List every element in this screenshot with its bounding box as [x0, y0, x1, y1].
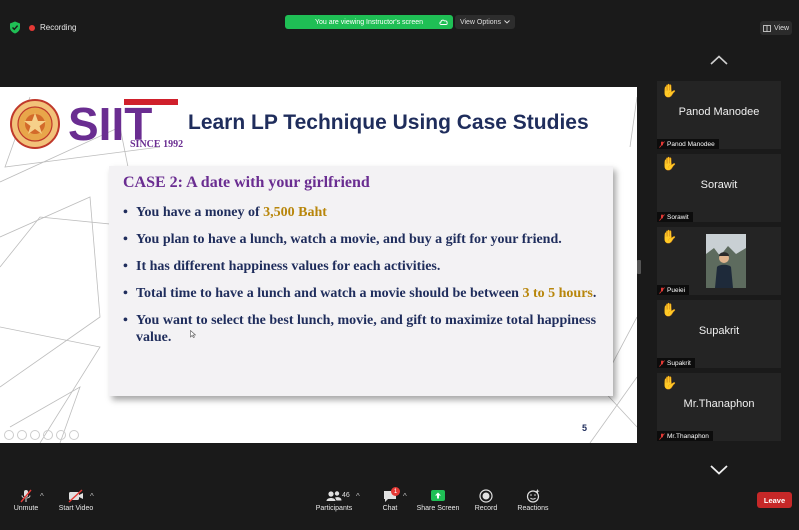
list-item: You want to select the best lunch, movie…: [123, 312, 603, 346]
participant-label: Supakrit: [657, 358, 695, 368]
recording-label: Recording: [40, 23, 77, 32]
screen-share-banner-text: You are viewing Instructor's screen: [314, 18, 424, 26]
audio-options-caret-icon[interactable]: ^: [40, 492, 44, 501]
mic-muted-icon: [659, 359, 665, 367]
list-item: Total time to have a lunch and watch a m…: [123, 285, 603, 302]
view-button[interactable]: View: [760, 21, 792, 35]
participant-name: Mr.Thanaphon: [683, 398, 755, 410]
emoji-smile-icon: [526, 489, 540, 503]
screen-share-banner: You are viewing Instructor's screen: [285, 15, 453, 29]
record-button[interactable]: Record: [470, 486, 502, 530]
mic-muted-icon: [659, 286, 665, 294]
slide-controls: [4, 430, 79, 440]
chevron-down-icon: [504, 20, 510, 24]
siit-logo: SIIT SINCE 1992: [68, 99, 183, 149]
raised-hand-icon: ✋: [661, 302, 678, 317]
participants-count: 46: [342, 492, 350, 499]
grid-view-icon: [763, 24, 771, 32]
mic-muted-icon: [659, 213, 665, 221]
meeting-toolbar: Unmute ^ Start Video ^ Participants 46 ^…: [0, 486, 799, 530]
pen-icon[interactable]: [30, 430, 40, 440]
panel-resize-handle[interactable]: [637, 260, 641, 274]
chat-button[interactable]: Chat: [374, 486, 406, 530]
mouse-cursor-icon: [190, 330, 196, 338]
university-seal-logo: [10, 99, 60, 149]
siit-logo-since: SINCE 1992: [130, 139, 183, 149]
chat-options-caret-icon[interactable]: ^: [403, 492, 407, 501]
participant-video-feed: [706, 234, 746, 288]
record-icon: [479, 489, 493, 503]
next-slide-icon[interactable]: [17, 430, 27, 440]
participant-name: Supakrit: [698, 325, 740, 337]
slide-title: Learn LP Technique Using Case Studies: [188, 111, 589, 134]
participant-tile[interactable]: ✋ Supakrit Supakrit: [657, 300, 781, 368]
unmute-button[interactable]: Unmute: [10, 486, 42, 530]
case-title: CASE 2: A date with your girlfriend: [123, 174, 370, 191]
share-screen-icon: [431, 490, 445, 501]
raised-hand-icon: ✋: [661, 83, 678, 98]
participant-label: Pueiei: [657, 285, 690, 295]
participant-tile[interactable]: ✋ Pueiei: [657, 227, 781, 295]
leave-meeting-button[interactable]: Leave: [757, 492, 792, 508]
participant-label: Sorawit: [657, 212, 693, 222]
recording-dot-icon: [29, 24, 35, 31]
participants-icon: [326, 491, 342, 501]
participant-tile[interactable]: ✋ Panod Manodee Panod Manodee: [657, 81, 781, 149]
participant-tile[interactable]: ✋ Sorawit Sorawit: [657, 154, 781, 222]
list-item: It has different happiness values for ea…: [123, 258, 603, 275]
participant-name: Panod Manodee: [678, 106, 760, 118]
view-button-label: View: [773, 24, 790, 32]
security-shield-icon[interactable]: [9, 21, 21, 34]
zoom-icon[interactable]: [56, 430, 66, 440]
participant-label: Mr.Thanaphon: [657, 431, 713, 441]
case-card: CASE 2: A date with your girlfriend You …: [109, 166, 613, 396]
raised-hand-icon: ✋: [661, 229, 678, 244]
video-options-caret-icon[interactable]: ^: [90, 492, 94, 501]
participants-options-caret-icon[interactable]: ^: [356, 492, 360, 501]
shared-screen-slide: SIIT SINCE 1992 Learn LP Technique Using…: [0, 87, 637, 443]
reactions-button[interactable]: Reactions: [514, 486, 552, 530]
chevron-down-icon[interactable]: [710, 465, 728, 475]
participant-tile[interactable]: ✋ Mr.Thanaphon Mr.Thanaphon: [657, 373, 781, 441]
mic-muted-icon: [659, 432, 665, 440]
slide-number: 5: [582, 423, 588, 433]
cloud-icon: [439, 19, 448, 25]
recording-indicator[interactable]: Recording: [29, 21, 76, 34]
video-camera-off-icon: [68, 489, 83, 503]
list-item: You have a money of 3,500 Baht: [123, 204, 603, 221]
chat-unread-badge: 1: [391, 487, 400, 496]
mic-muted-icon: [659, 140, 665, 148]
participant-name: Sorawit: [700, 179, 738, 191]
slides-icon[interactable]: [43, 430, 53, 440]
share-screen-button[interactable]: Share Screen: [416, 486, 460, 530]
more-icon[interactable]: [69, 430, 79, 440]
view-options-label: View Options: [459, 18, 502, 26]
view-options-button[interactable]: View Options: [455, 15, 515, 29]
participant-label: Panod Manodee: [657, 139, 719, 149]
list-item: You plan to have a lunch, watch a movie,…: [123, 231, 603, 248]
raised-hand-icon: ✋: [661, 375, 678, 390]
microphone-muted-icon: [20, 489, 32, 503]
chevron-up-icon[interactable]: [710, 55, 728, 65]
prev-slide-icon[interactable]: [4, 430, 14, 440]
raised-hand-icon: ✋: [661, 156, 678, 171]
